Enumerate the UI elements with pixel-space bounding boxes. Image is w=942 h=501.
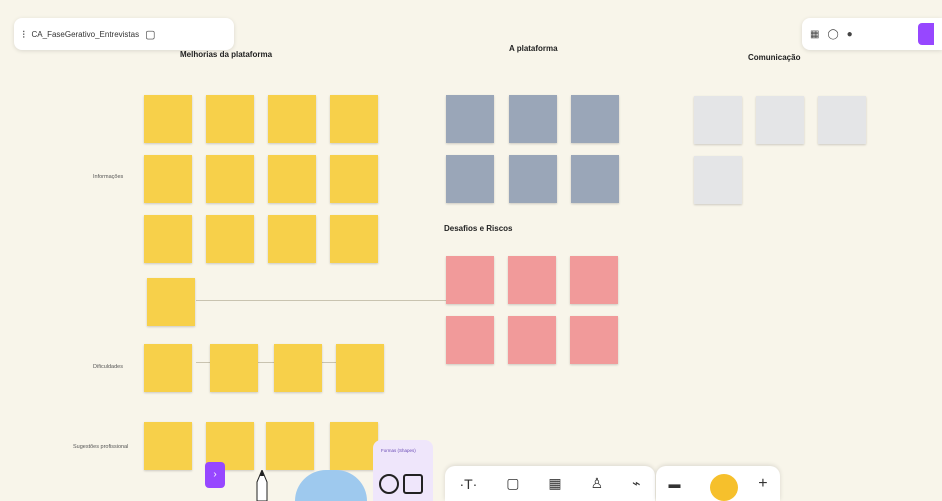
sticky-note[interactable] bbox=[571, 155, 619, 203]
sticky-note[interactable] bbox=[330, 155, 378, 203]
highlighter-swatch[interactable] bbox=[295, 470, 367, 501]
table-tool-icon[interactable]: ▦ bbox=[548, 475, 561, 492]
section-title-communication: Comunicação bbox=[748, 53, 801, 62]
sticky-note[interactable] bbox=[508, 316, 556, 364]
square-icon[interactable] bbox=[403, 474, 423, 494]
pen-icon[interactable] bbox=[256, 470, 268, 501]
section-title-challenges: Desafios e Riscos bbox=[444, 224, 513, 233]
sticky-note[interactable] bbox=[144, 422, 192, 470]
section-title-features: Melhorias da plataforma bbox=[180, 50, 273, 59]
layout-icon[interactable]: ▢ bbox=[145, 28, 155, 41]
sticky-note[interactable] bbox=[571, 95, 619, 143]
sticky-note[interactable] bbox=[509, 155, 557, 203]
person-tool-icon[interactable]: ♙ bbox=[591, 475, 604, 492]
sticky-note[interactable] bbox=[570, 316, 618, 364]
sticky-note[interactable] bbox=[266, 422, 314, 470]
file-header: ⁝ CA_FaseGerativo_Entrevistas ▢ bbox=[14, 18, 234, 50]
circle-icon[interactable] bbox=[379, 474, 399, 494]
sticky-note[interactable] bbox=[446, 95, 494, 143]
add-button[interactable]: + bbox=[758, 475, 767, 493]
sticky-note[interactable] bbox=[446, 256, 494, 304]
row-label-shortcuts: Dificuldades bbox=[93, 364, 123, 370]
sticky-note[interactable] bbox=[268, 155, 316, 203]
connector-line bbox=[196, 300, 446, 301]
sticky-note[interactable] bbox=[144, 155, 192, 203]
sticky-tool-icon[interactable]: ▢ bbox=[506, 475, 519, 492]
widgets-icon[interactable]: ▬ bbox=[668, 477, 680, 491]
file-name[interactable]: CA_FaseGerativo_Entrevistas bbox=[32, 30, 140, 39]
sticky-note[interactable] bbox=[206, 155, 254, 203]
sticky-note[interactable] bbox=[274, 344, 322, 392]
creation-toolbar: ·T· ▢ ▦ ♙ ⌁ bbox=[445, 466, 655, 501]
sticky-note[interactable] bbox=[144, 344, 192, 392]
sticky-note[interactable] bbox=[330, 95, 378, 143]
sticky-note[interactable] bbox=[446, 155, 494, 203]
sticky-note[interactable] bbox=[330, 422, 378, 470]
sticky-note[interactable] bbox=[818, 96, 866, 144]
avatar[interactable]: ● bbox=[847, 29, 853, 40]
sticky-note[interactable] bbox=[336, 344, 384, 392]
sticky-note[interactable] bbox=[147, 278, 195, 326]
lasso-tool-icon[interactable]: ⌁ bbox=[632, 475, 640, 492]
sticky-note[interactable] bbox=[206, 95, 254, 143]
sticker-icon[interactable] bbox=[710, 474, 738, 501]
shapes-label: Formas (Shapes) bbox=[381, 448, 416, 453]
sticky-note[interactable] bbox=[144, 95, 192, 143]
sticky-note[interactable] bbox=[268, 215, 316, 263]
row-label-info: Informações bbox=[93, 174, 124, 180]
top-right-toolbar: ▦ ◯ ● bbox=[802, 18, 942, 50]
sticky-note[interactable] bbox=[446, 316, 494, 364]
text-tool-icon[interactable]: ·T· bbox=[459, 476, 477, 492]
sticky-note[interactable] bbox=[268, 95, 316, 143]
sticky-note[interactable] bbox=[694, 96, 742, 144]
bell-icon[interactable]: ◯ bbox=[827, 29, 838, 40]
sticky-note[interactable] bbox=[330, 215, 378, 263]
sticky-note[interactable] bbox=[210, 344, 258, 392]
sticky-note[interactable] bbox=[509, 95, 557, 143]
share-button[interactable] bbox=[918, 23, 934, 45]
sticky-note[interactable] bbox=[206, 215, 254, 263]
sticky-note[interactable] bbox=[694, 156, 742, 204]
row-label-suggestions: Sugestões profissional bbox=[73, 444, 129, 450]
cursor-tool-button[interactable]: › bbox=[205, 462, 225, 488]
menu-icon[interactable]: ⁝ bbox=[22, 28, 26, 41]
sticky-note[interactable] bbox=[570, 256, 618, 304]
sticky-note[interactable] bbox=[756, 96, 804, 144]
shapes-panel[interactable]: Formas (Shapes) bbox=[373, 440, 433, 501]
section-title-platform: A plataforma bbox=[509, 44, 558, 53]
sticky-note[interactable] bbox=[508, 256, 556, 304]
sticky-note[interactable] bbox=[144, 215, 192, 263]
grid-icon[interactable]: ▦ bbox=[810, 29, 819, 40]
